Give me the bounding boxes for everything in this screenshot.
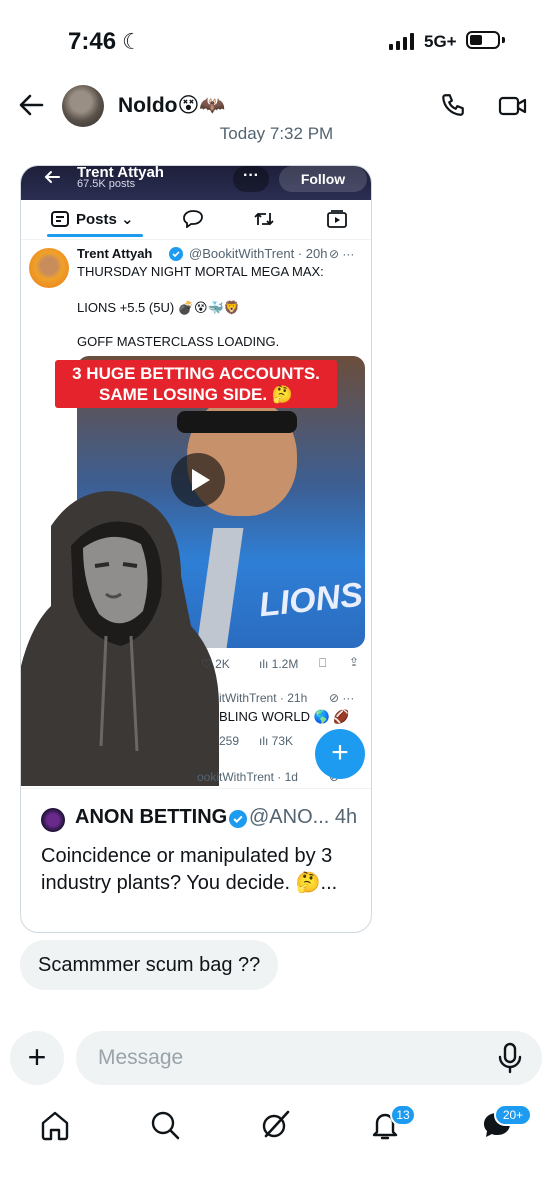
likes-value: 2K — [215, 657, 230, 671]
quote-author: ANON BETTING — [75, 806, 228, 828]
signal-icon — [389, 32, 417, 50]
posts-tab-icon — [51, 211, 69, 232]
replies-tab-icon — [183, 210, 203, 233]
contact-emoji: 😵🦇 — [177, 94, 226, 117]
video-banner: 3 HUGE BETTING ACCOUNTS. SAME LOSING SID… — [55, 360, 337, 408]
message-timestamp: Today 7:32 PM — [219, 124, 334, 143]
profile-back-icon — [43, 168, 61, 191]
more-options-icon: ··· — [233, 166, 269, 192]
likes-count: ♡ 2K — [201, 657, 230, 671]
reply2-views: ılı 73K — [259, 734, 294, 748]
reply2-likes: 259 — [219, 734, 240, 748]
quote-verified-badge-icon — [229, 810, 247, 833]
share-icon: ⇪ — [349, 655, 360, 669]
post-line-1: THURSDAY NIGHT MORTAL MEGA MAX: — [77, 264, 324, 279]
search-nav-icon[interactable] — [148, 1108, 184, 1144]
banner-line-1: 3 HUGE BETTING ACCOUNTS. — [72, 364, 320, 383]
phone-call-icon[interactable] — [440, 92, 466, 123]
add-attachment-button[interactable]: + — [10, 1031, 64, 1085]
compose-fab-icon: + — [315, 729, 365, 779]
shared-post-card[interactable]: Trent Attyah 67.5K posts ··· Follow Post… — [20, 165, 372, 933]
reply2-views-value: 73K — [271, 734, 294, 748]
posts-tab-label: Posts ⌄ — [76, 211, 134, 228]
grok-icon: ⊘ ··· — [329, 247, 355, 261]
contact-name-text: Noldo — [118, 94, 178, 117]
follow-button: Follow — [279, 166, 367, 192]
messages-badge: 20+ — [494, 1104, 532, 1126]
notifications-badge: 13 — [390, 1104, 416, 1126]
post-line-2: LIONS +5.5 (5U) 💣😵🐳🦁 — [77, 300, 240, 315]
grok-nav-icon[interactable] — [258, 1108, 294, 1144]
reply2-handle: itWithTrent · 21h — [219, 691, 308, 705]
message-input[interactable] — [76, 1031, 542, 1085]
contact-name[interactable]: Noldo😵🦇 — [118, 93, 226, 118]
microphone-icon[interactable] — [496, 1042, 524, 1079]
reply2-text: BLING WORLD 🌎 🏈 — [219, 709, 350, 724]
media-tab-icon — [327, 210, 347, 233]
focus-moon-icon: ☾ — [122, 29, 142, 54]
post-author: Trent Attyah — [77, 246, 153, 261]
banner-line-2: SAME LOSING SIDE. 🤔 — [98, 385, 294, 404]
quote-handle-time: @ANO... 4h — [249, 806, 358, 828]
quote-text: Coincidence or manipulated by 3 industry… — [41, 845, 338, 894]
posts-tab-text: Posts — [76, 211, 117, 228]
reposts-tab-icon — [253, 211, 275, 232]
sunglasses — [177, 411, 297, 433]
message-bubble[interactable]: Scammmer scum bag ?? — [20, 940, 279, 990]
video-call-icon[interactable] — [498, 94, 528, 123]
post-line-3: GOFF MASTERCLASS LOADING. — [77, 334, 280, 349]
battery-icon — [466, 31, 500, 49]
views-count: ılı 1.2M — [259, 657, 299, 671]
card-divider — [21, 788, 371, 789]
network-label: 5G+ — [424, 32, 457, 51]
profile-post-count: 67.5K posts — [77, 178, 136, 190]
reply2-grok-icon: ⊘ ··· — [329, 691, 355, 705]
reply3-handle: ookitWithTrent · 1d — [197, 770, 298, 784]
battery-tip — [502, 37, 505, 43]
back-arrow-icon[interactable] — [18, 92, 44, 123]
masked-figure-image — [21, 491, 219, 786]
tab-underline — [47, 234, 143, 237]
status-time: 7:46 — [68, 28, 117, 55]
views-value: 1.2M — [271, 657, 299, 671]
home-nav-icon[interactable] — [38, 1108, 74, 1144]
post-author-avatar — [29, 248, 69, 288]
post-handle-time: @BookitWithTrent · 20h — [189, 246, 328, 261]
bookmark-icon: ⎕ — [319, 656, 327, 670]
contact-avatar[interactable] — [62, 85, 104, 127]
quote-author-avatar — [41, 808, 65, 832]
